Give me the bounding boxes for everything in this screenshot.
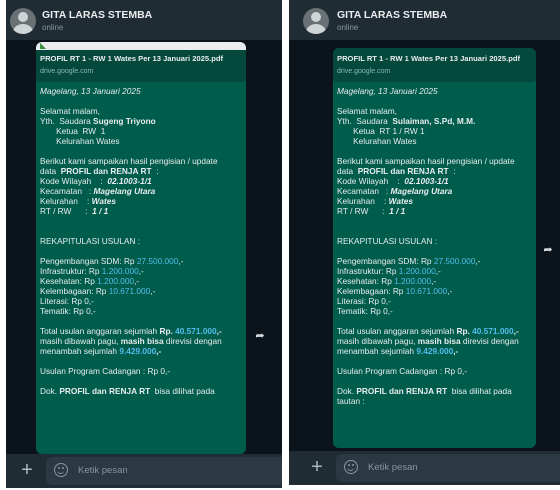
pagu-line: masih dibawah pagu, masih bisa direvisi … — [40, 336, 222, 346]
cadangan-line: Usulan Program Cadangan : Rp 0,- — [337, 366, 468, 376]
preview-domain: drive.google.com — [337, 68, 391, 75]
link-preview[interactable]: PROFIL RT 1 - RW 1 Wates Per 13 Januari … — [333, 48, 536, 82]
kesehatan-line: Kesehatan: Rp 1.200.000,- — [40, 276, 140, 286]
phone-link[interactable]: 1.200.000 — [102, 266, 139, 276]
greeting: Selamat malam, — [337, 106, 397, 116]
total-line: Total usulan anggaran sejumlah Rp. 40.57… — [40, 326, 222, 336]
intro-line-2: data PROFIL dan RENJA RT : — [337, 166, 456, 176]
link-preview[interactable]: ◣ PROFIL RT 1 - RW 1 Wates Per 13 Januar… — [36, 42, 246, 82]
default-avatar-icon[interactable] — [303, 8, 329, 34]
message-text: Magelang, 13 Januari 2025 Selamat malam,… — [333, 86, 536, 406]
intro-line-2: data PROFIL dan RENJA RT : — [40, 166, 159, 176]
message-date: Magelang, 13 Januari 2025 — [40, 86, 141, 96]
phone-link[interactable]: 10.671.000 — [406, 286, 448, 296]
recipient-line: Yth. Saudara Sulaiman, S.Pd, M.M. — [337, 116, 476, 126]
infra-line: Infrastruktur: Rp 1.200.000,- — [337, 266, 441, 276]
kecamatan: Kecamatan : Magelang Utara — [337, 186, 453, 196]
recipient-role: Ketua RT 1 / RW 1 — [337, 126, 425, 136]
dok-line: Dok. PROFIL dan RENJA RT bisa dilihat pa… — [337, 386, 512, 396]
contact-name: GITA LARAS STEMBA — [337, 9, 448, 21]
message-input[interactable]: Ketik pesan — [46, 457, 282, 485]
message-composer: + Ketik pesan — [289, 451, 560, 485]
phone-link[interactable]: 27.500.000 — [434, 256, 476, 266]
phone-link[interactable]: 27.500.000 — [137, 256, 179, 266]
preview-title: PROFIL RT 1 - RW 1 Wates Per 13 Januari … — [337, 54, 521, 63]
phone-link[interactable]: 1.200.000 — [399, 266, 436, 276]
contact-status: online — [42, 23, 64, 32]
greeting: Selamat malam, — [40, 106, 100, 116]
forward-arrow-icon[interactable]: ➦ — [538, 240, 558, 260]
kecamatan: Kecamatan : Magelang Utara — [40, 186, 156, 196]
message-bubble[interactable]: PROFIL RT 1 - RW 1 Wates Per 13 Januari … — [333, 48, 536, 448]
kode-wilayah: Kode Wilayah : 02.1003-1/1 — [40, 176, 152, 186]
emoji-icon[interactable] — [344, 460, 358, 474]
plus-icon[interactable]: + — [305, 455, 329, 479]
pagu-line: masih dibawah pagu, masih bisa direvisi … — [337, 336, 519, 346]
contact-name: GITA LARAS STEMBA — [42, 9, 153, 21]
preview-domain: drive.google.com — [40, 68, 94, 75]
message-text: Magelang, 13 Januari 2025 Selamat malam,… — [36, 86, 246, 396]
rekap-heading: REKAPITULASI USULAN : — [337, 236, 438, 246]
rt-rw: RT / RW : 1 / 1 — [40, 206, 109, 216]
total-line: Total usulan anggaran sejumlah Rp. 40.57… — [337, 326, 519, 336]
message-bubble[interactable]: ◣ PROFIL RT 1 - RW 1 Wates Per 13 Januar… — [36, 42, 246, 454]
message-composer: + Ketik pesan — [6, 454, 282, 488]
literasi-line: Literasi: Rp 0,- — [337, 296, 391, 306]
kesehatan-line: Kesehatan: Rp 1.200.000,- — [337, 276, 437, 286]
image-icon: ◣ — [40, 42, 47, 50]
cadangan-line: Usulan Program Cadangan : Rp 0,- — [40, 366, 171, 376]
tambah-line: menambah sejumlah 9.429.000,- — [337, 346, 459, 356]
contact-status: online — [337, 23, 359, 32]
intro-line: Berikut kami sampaikan hasil pengisian /… — [337, 156, 515, 166]
kode-wilayah: Kode Wilayah : 02.1003-1/1 — [337, 176, 449, 186]
infra-line: Infrastruktur: Rp 1.200.000,- — [40, 266, 144, 276]
message-input[interactable]: Ketik pesan — [336, 454, 560, 482]
chat-header[interactable]: GITA LARAS STEMBA online — [6, 0, 282, 40]
sdm-line: Pengembangan SDM: Rp 27.500.000,- — [337, 256, 481, 266]
kelurahan: Kelurahan : Wates — [40, 196, 116, 206]
preview-thumbnail: ◣ — [36, 42, 246, 50]
phone-link[interactable]: 40.571.000 — [472, 326, 514, 336]
phone-link[interactable]: 40.571.000 — [175, 326, 217, 336]
emoji-icon[interactable] — [54, 463, 68, 477]
tautan-line: tautan : — [337, 396, 365, 406]
preview-title: PROFIL RT 1 - RW 1 Wates Per 13 Januari … — [40, 54, 224, 63]
recipient-kelurahan: Kelurahan Wates — [337, 136, 417, 146]
dok-line: Dok. PROFIL dan RENJA RT bisa dilihat pa… — [40, 386, 215, 396]
phone-link[interactable]: 10.671.000 — [109, 286, 151, 296]
rt-rw: RT / RW : 1 / 1 — [337, 206, 406, 216]
kelembagaan-line: Kelembagaan: Rp 10.671.000,- — [40, 286, 156, 296]
tambah-line: menambah sejumlah 9.429.000,- — [40, 346, 162, 356]
input-placeholder: Ketik pesan — [78, 465, 128, 476]
sdm-line: Pengembangan SDM: Rp 27.500.000,- — [40, 256, 184, 266]
phone-link[interactable]: 1.200.000 — [97, 276, 134, 286]
chat-header[interactable]: GITA LARAS STEMBA online — [289, 0, 560, 40]
recipient-role: Ketua RW 1 — [40, 126, 106, 136]
recipient-line: Yth. Saudara Sugeng Triyono — [40, 116, 156, 126]
intro-line: Berikut kami sampaikan hasil pengisian /… — [40, 156, 218, 166]
input-placeholder: Ketik pesan — [368, 462, 418, 473]
tematik-line: Tematik: Rp 0,- — [40, 306, 96, 316]
recipient-kelurahan: Kelurahan Wates — [40, 136, 120, 146]
phone-link[interactable]: 9.429.000 — [416, 346, 453, 356]
chat-panel-right: GITA LARAS STEMBA online PROFIL RT 1 - R… — [289, 0, 560, 485]
rekap-heading: REKAPITULASI USULAN : — [40, 236, 141, 246]
kelembagaan-line: Kelembagaan: Rp 10.671.000,- — [337, 286, 453, 296]
chat-panel-left: GITA LARAS STEMBA online ◣ PROFIL RT 1 -… — [6, 0, 282, 488]
plus-icon[interactable]: + — [15, 458, 39, 482]
literasi-line: Literasi: Rp 0,- — [40, 296, 94, 306]
tematik-line: Tematik: Rp 0,- — [337, 306, 393, 316]
forward-arrow-icon[interactable]: ➦ — [250, 326, 270, 346]
message-date: Magelang, 13 Januari 2025 — [337, 86, 438, 96]
kelurahan: Kelurahan : Wates — [337, 196, 413, 206]
phone-link[interactable]: 1.200.000 — [394, 276, 431, 286]
default-avatar-icon[interactable] — [10, 8, 36, 34]
phone-link[interactable]: 9.429.000 — [119, 346, 156, 356]
